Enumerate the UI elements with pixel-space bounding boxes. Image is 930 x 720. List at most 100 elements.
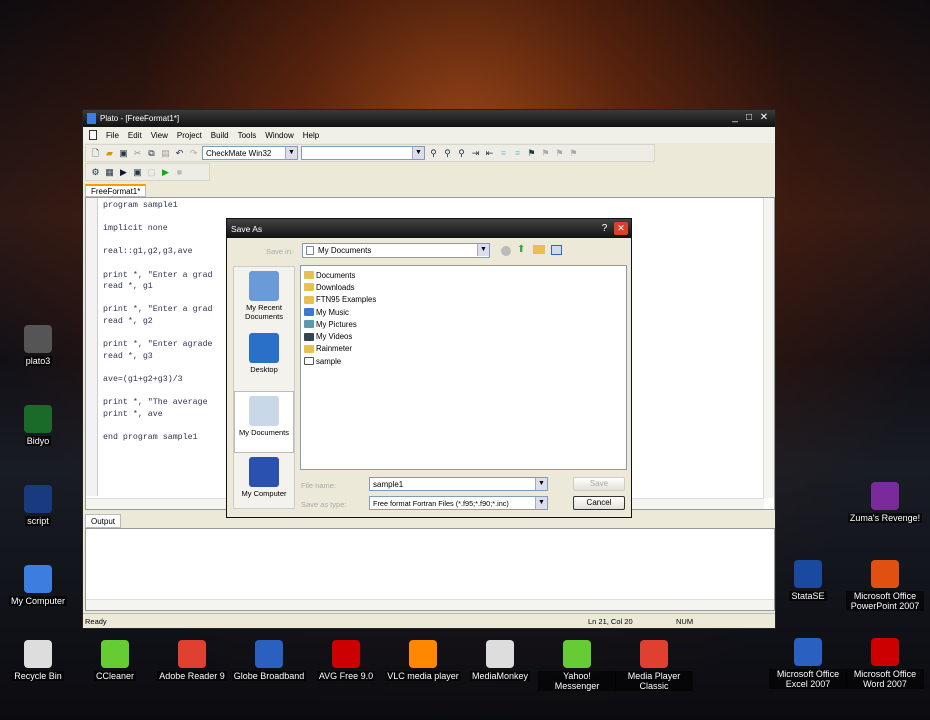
- replace-icon[interactable]: ⚲: [456, 148, 467, 159]
- desktop-icon-microsoft-office-powerpoint-2007[interactable]: Microsoft Office PowerPoint 2007: [846, 560, 924, 611]
- desktop-icon-adobe-reader-9[interactable]: Adobe Reader 9: [153, 640, 231, 681]
- app-icon: [486, 640, 514, 668]
- app-icon: [101, 640, 129, 668]
- save-icon[interactable]: ▣: [118, 148, 129, 159]
- bookmark-icon[interactable]: ⚑: [526, 148, 537, 159]
- code-text[interactable]: program sample1 implicit none real::g1,g2,…: [103, 201, 213, 444]
- desktop-icon-script[interactable]: script: [0, 485, 77, 526]
- debug-icon[interactable]: ▣: [132, 167, 143, 178]
- menu-file[interactable]: File: [106, 131, 119, 140]
- desktop-icon-media-player-classic[interactable]: Media Player Classic: [615, 640, 693, 691]
- file-name-input[interactable]: sample1 ▼: [369, 477, 548, 491]
- tab-freeformat1[interactable]: FreeFormat1*: [85, 184, 147, 197]
- desktop-icon-label: Microsoft Office PowerPoint 2007: [846, 591, 924, 611]
- file-item-ftn95-examples[interactable]: FTN95 Examples: [304, 294, 623, 306]
- main-toolbar: 🗋 ▰ ▣ ✂ ⧉ ▤ ↶ ↷ CheckMate Win32 ▼ ▼ ⚲ ⚲ ⚲…: [85, 144, 655, 162]
- next-bookmark-icon[interactable]: ⚑: [540, 148, 551, 159]
- place-desktop[interactable]: Desktop: [234, 329, 294, 391]
- desktop-icon-vlc-media-player[interactable]: VLC media player: [384, 640, 462, 681]
- file-name: Rainmeter: [316, 344, 352, 354]
- prev-bookmark-icon[interactable]: ⚑: [554, 148, 565, 159]
- open-icon[interactable]: ▰: [104, 148, 115, 159]
- compile-icon[interactable]: ⚙: [90, 167, 101, 178]
- file-item-rainmeter[interactable]: Rainmeter: [304, 343, 623, 355]
- find-next-icon[interactable]: ⚲: [442, 148, 453, 159]
- close-button[interactable]: ✕: [758, 112, 770, 124]
- back-icon[interactable]: [501, 246, 511, 256]
- menu-view[interactable]: View: [151, 131, 168, 140]
- desktop-icon-label: MediaMonkey: [469, 671, 531, 681]
- paste-icon[interactable]: ▤: [160, 148, 171, 159]
- menu-project[interactable]: Project: [177, 131, 202, 140]
- stop-debug-icon[interactable]: ▢: [146, 167, 157, 178]
- desktop-icon-globe-broadband[interactable]: Globe Broadband: [230, 640, 308, 681]
- save-in-combo[interactable]: My Documents ▼: [302, 243, 490, 258]
- desktop-icon-zuma-s-revenge-[interactable]: Zuma's Revenge!: [846, 482, 924, 523]
- outdent-icon[interactable]: ⇤: [484, 148, 495, 159]
- build-toolbar: ⚙ ▦ ▶ ▣ ▢ ▶ ■: [85, 163, 210, 181]
- platform-combo[interactable]: ▼: [301, 146, 425, 160]
- clear-bookmarks-icon[interactable]: ⚑: [568, 148, 579, 159]
- cut-icon[interactable]: ✂: [132, 148, 143, 159]
- desktop-icon-microsoft-office-excel-2007[interactable]: Microsoft Office Excel 2007: [769, 638, 847, 689]
- file-item-my-music[interactable]: My Music: [304, 306, 623, 318]
- menu-window[interactable]: Window: [265, 131, 293, 140]
- desktop-icon-avg-free-9-0[interactable]: AVG Free 9.0: [307, 640, 385, 681]
- desktop-icon-bidyo[interactable]: Bidyo: [0, 405, 77, 446]
- config-combo[interactable]: CheckMate Win32 ▼: [202, 146, 298, 160]
- file-item-sample[interactable]: sample: [304, 355, 623, 367]
- desktop-icon-label: StataSE: [789, 591, 827, 601]
- file-item-my-pictures[interactable]: My Pictures: [304, 318, 623, 330]
- save-button[interactable]: Save: [573, 477, 625, 491]
- build-icon[interactable]: ▦: [104, 167, 115, 178]
- desktop-icon-yahoo-messenger[interactable]: Yahoo! Messenger: [538, 640, 616, 691]
- cancel-button[interactable]: Cancel: [573, 496, 625, 510]
- indent-icon[interactable]: ⇥: [470, 148, 481, 159]
- up-folder-icon[interactable]: ⬆: [517, 244, 525, 255]
- start-icon[interactable]: ▶: [160, 167, 171, 178]
- videos-icon: [304, 332, 314, 341]
- menu-edit[interactable]: Edit: [128, 131, 142, 140]
- code-line: print *, "Enter a grad: [103, 305, 213, 315]
- help-button[interactable]: ?: [598, 222, 611, 235]
- file-list[interactable]: Documents Downloads FTN95 Examples My Music…: [300, 265, 627, 470]
- file-item-downloads[interactable]: Downloads: [304, 281, 623, 293]
- output-tab[interactable]: Output: [85, 514, 122, 528]
- desktop-icon-recycle-bin[interactable]: Recycle Bin: [0, 640, 77, 681]
- desktop-icon-plato3[interactable]: plato3: [0, 325, 77, 366]
- file-item-my-videos[interactable]: My Videos: [304, 330, 623, 342]
- menu-help[interactable]: Help: [303, 131, 319, 140]
- app-icon: [794, 560, 822, 588]
- redo-icon[interactable]: ↷: [188, 148, 199, 159]
- comment-icon[interactable]: ≡: [498, 148, 509, 159]
- new-icon[interactable]: 🗋: [90, 148, 101, 159]
- place-my-documents[interactable]: My Documents: [234, 391, 294, 453]
- run-icon[interactable]: ▶: [118, 167, 129, 178]
- editor-vertical-scrollbar[interactable]: [763, 198, 774, 498]
- new-folder-icon[interactable]: [533, 245, 545, 254]
- menu-build[interactable]: Build: [211, 131, 229, 140]
- stop-icon[interactable]: ■: [174, 167, 185, 178]
- place-my-computer[interactable]: My Computer: [234, 453, 294, 515]
- maximize-button[interactable]: □: [743, 112, 755, 124]
- output-horizontal-scrollbar[interactable]: [86, 599, 774, 610]
- desktop-icon-ccleaner[interactable]: CCleaner: [76, 640, 154, 681]
- save-as-type-combo[interactable]: Free format Fortran Files (*.f95;*.f90;*…: [369, 496, 548, 510]
- file-item-documents[interactable]: Documents: [304, 269, 623, 281]
- place-my-recent-documents[interactable]: My Recent Documents: [234, 267, 294, 329]
- find-icon[interactable]: ⚲: [428, 148, 439, 159]
- minimize-button[interactable]: _: [729, 112, 741, 124]
- views-menu-icon[interactable]: [551, 245, 562, 255]
- output-pane[interactable]: [85, 528, 775, 611]
- desktop-icon-my-computer[interactable]: My Computer: [0, 565, 77, 606]
- undo-icon[interactable]: ↶: [174, 148, 185, 159]
- desktop-icon-statase[interactable]: StataSE: [769, 560, 847, 601]
- dialog-close-button[interactable]: ✕: [614, 222, 628, 235]
- desktop-icon-mediamonkey[interactable]: MediaMonkey: [461, 640, 539, 681]
- menu-tools[interactable]: Tools: [238, 131, 257, 140]
- copy-icon[interactable]: ⧉: [146, 148, 157, 159]
- desktop-icon-microsoft-office-word-2007[interactable]: Microsoft Office Word 2007: [846, 638, 924, 689]
- desktop-icon-label: Recycle Bin: [12, 671, 64, 681]
- uncomment-icon[interactable]: ≡: [512, 148, 523, 159]
